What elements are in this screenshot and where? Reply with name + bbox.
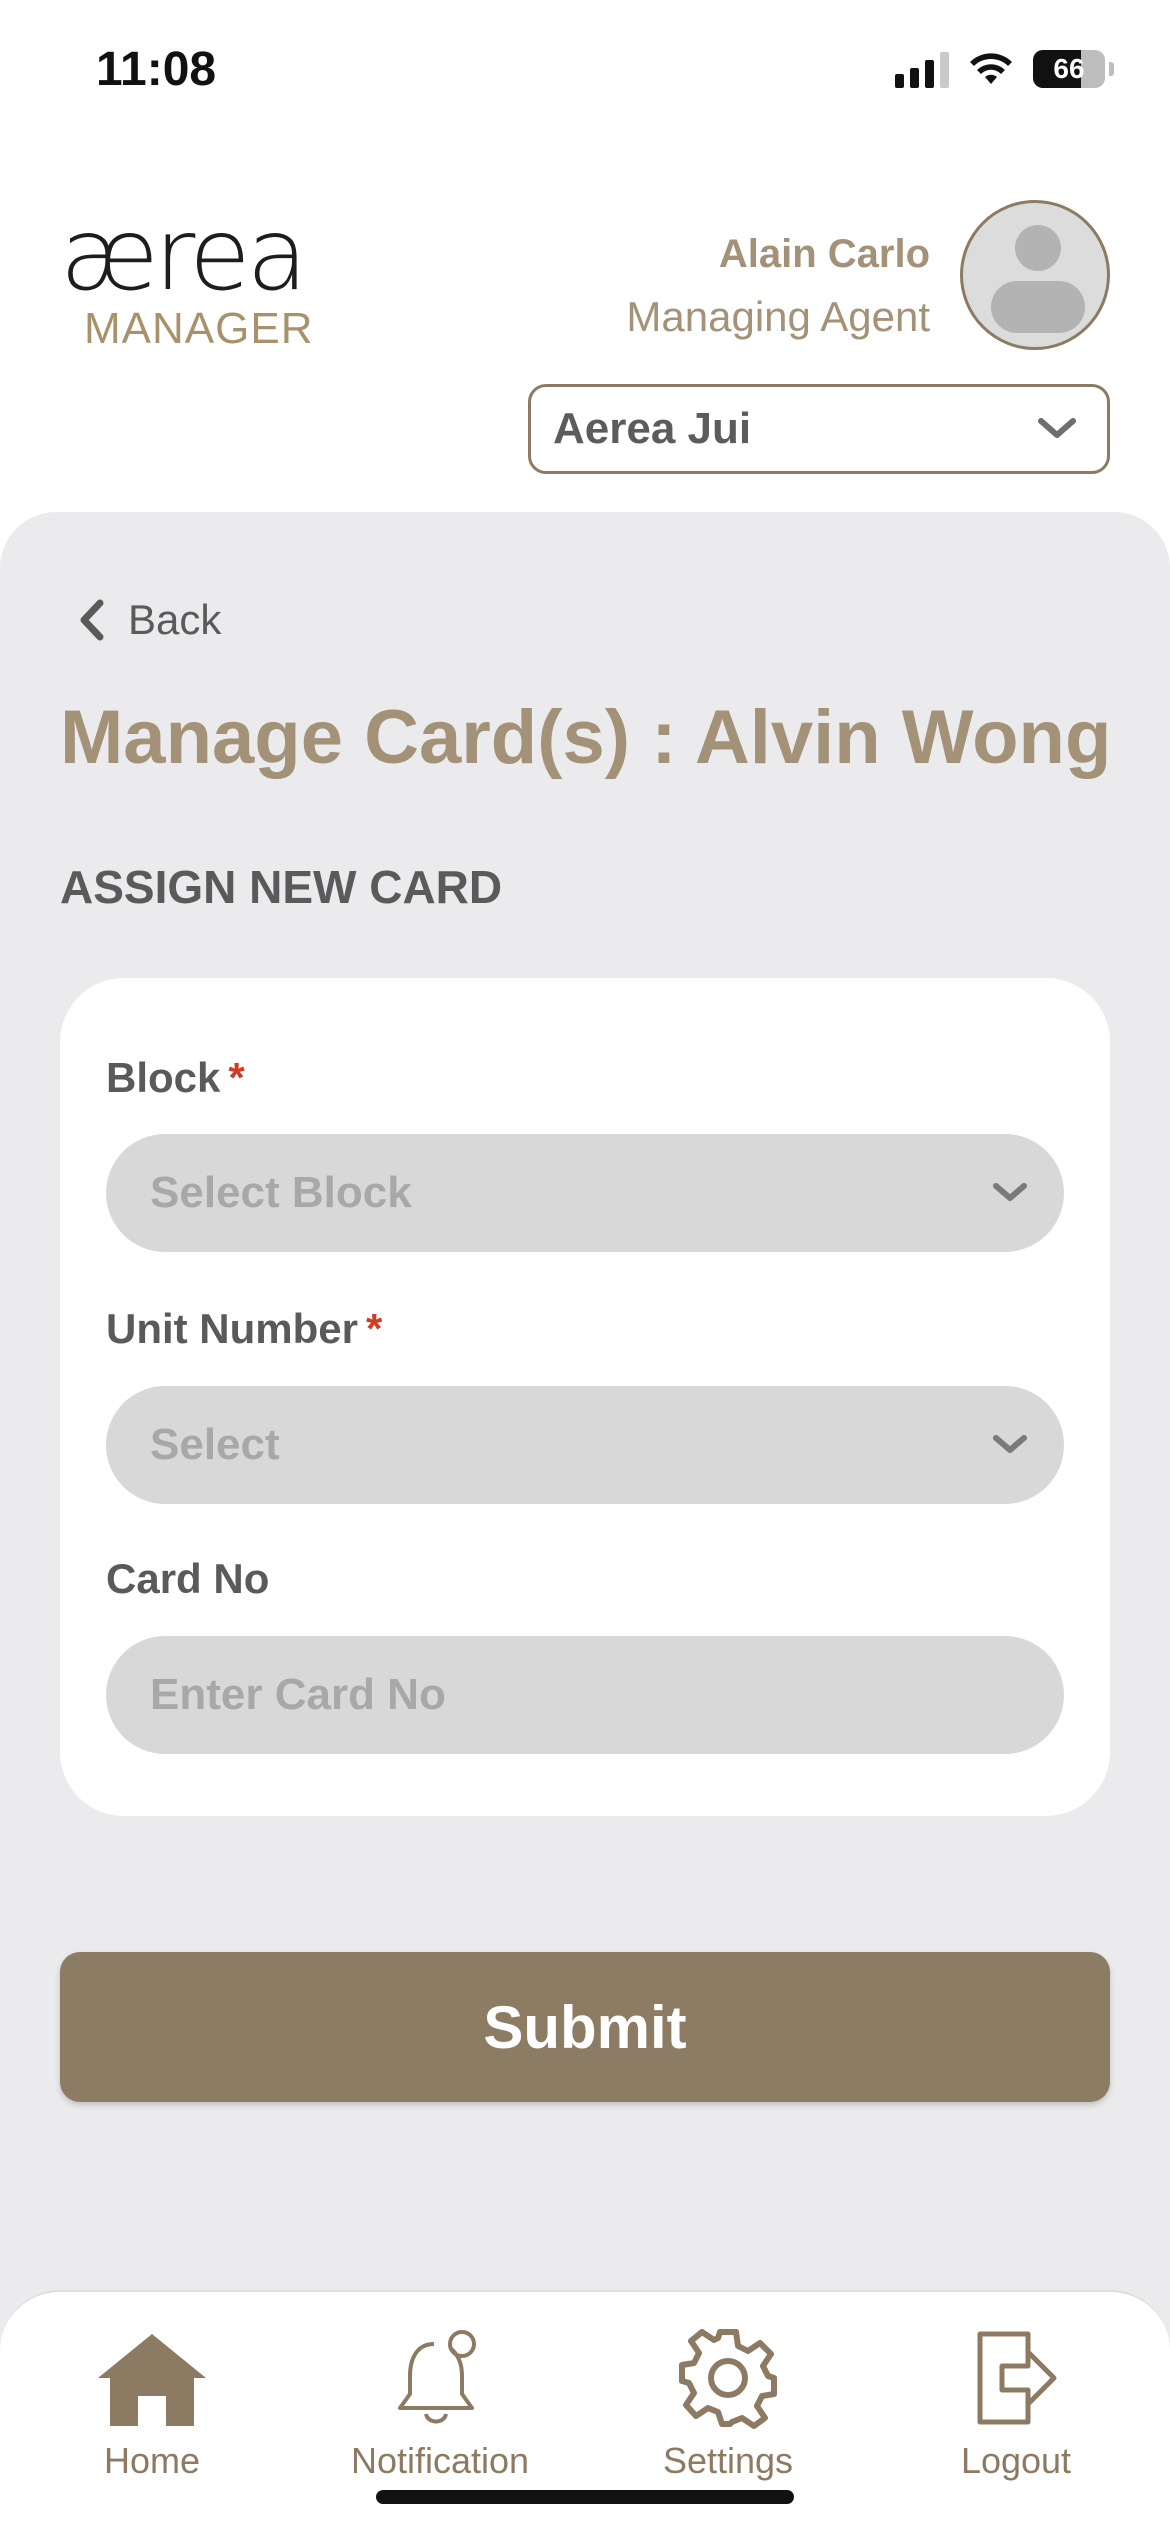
unit-select-placeholder: Select	[150, 1420, 280, 1469]
chevron-down-icon	[993, 1183, 1027, 1201]
unit-select[interactable]: Select	[106, 1386, 1064, 1504]
logout-icon	[977, 2331, 1057, 2425]
status-time: 11:08	[96, 43, 217, 96]
required-mark: *	[366, 1305, 383, 1352]
home-indicator	[376, 2490, 794, 2504]
unit-label: Unit Number *	[106, 1305, 382, 1353]
nav-logout[interactable]: Logout	[906, 2320, 1126, 2482]
nav-settings-label: Settings	[662, 2440, 794, 2481]
gear-icon	[679, 2329, 777, 2429]
block-select-placeholder: Select Block	[150, 1168, 412, 1217]
battery-icon: 66	[1033, 50, 1105, 88]
required-mark: *	[228, 1054, 245, 1101]
user-name: Alain Carlo	[718, 232, 930, 276]
back-button[interactable]: Back	[78, 596, 221, 644]
avatar-body	[991, 281, 1085, 333]
avatar-head	[1015, 225, 1061, 271]
avatar[interactable]	[960, 200, 1110, 350]
chevron-down-icon	[1038, 418, 1076, 438]
card-no-field[interactable]	[106, 1636, 1064, 1754]
card-no-input[interactable]	[150, 1670, 1028, 1720]
nav-logout-label: Logout	[960, 2440, 1072, 2481]
signal-icon	[895, 50, 949, 88]
user-role: Managing Agent	[626, 293, 930, 340]
nav-settings[interactable]: Settings	[618, 2320, 838, 2482]
chevron-left-icon	[80, 599, 104, 641]
nav-home[interactable]: Home	[42, 2320, 262, 2482]
status-icons: 66	[895, 50, 1114, 88]
block-label: Block *	[106, 1054, 245, 1102]
property-select-value: Aerea Jui	[553, 404, 752, 453]
logo-subtitle: MANAGER	[84, 304, 314, 353]
section-title: ASSIGN NEW CARD	[60, 861, 503, 913]
chevron-down-icon	[993, 1435, 1027, 1453]
bell-icon	[398, 2330, 476, 2424]
nav-notification[interactable]: Notification	[330, 2320, 550, 2482]
page-title: Manage Card(s) : Alvin Wong	[60, 695, 1112, 780]
nav-home-label: Home	[103, 2440, 201, 2481]
block-label-text: Block	[106, 1054, 221, 1101]
battery-level: 66	[1053, 53, 1085, 84]
unit-label-text: Unit Number	[106, 1305, 358, 1352]
status-bar: 11:08 66	[0, 0, 1170, 150]
app-logo: ærea MANAGER	[60, 196, 340, 354]
battery-tip	[1109, 62, 1114, 76]
property-select[interactable]: Aerea Jui	[528, 384, 1110, 474]
block-select[interactable]: Select Block	[106, 1134, 1064, 1252]
back-label: Back	[128, 596, 222, 643]
wifi-icon	[970, 53, 1012, 84]
submit-button[interactable]: Submit	[60, 1952, 1110, 2102]
logo-word: ærea	[60, 196, 308, 313]
submit-label: Submit	[483, 1993, 687, 2061]
user-info: Alain Carlo Managing Agent	[626, 232, 930, 341]
card-no-label: Card No	[106, 1555, 270, 1602]
nav-notification-label: Notification	[350, 2440, 530, 2481]
home-icon	[98, 2334, 206, 2426]
